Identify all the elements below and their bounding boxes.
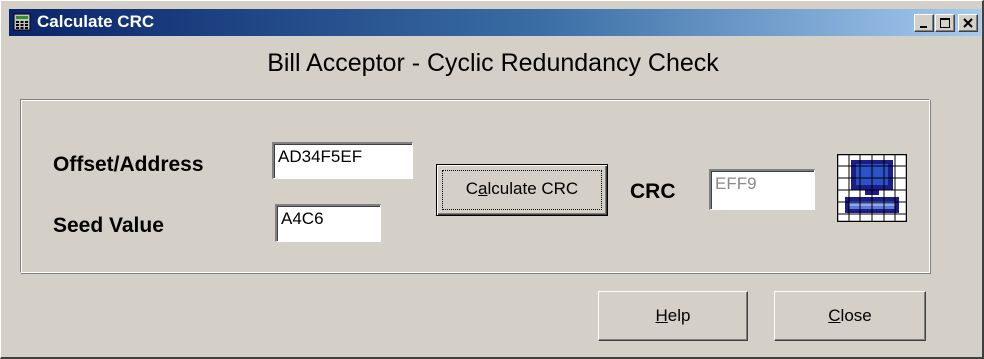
seed-value-input[interactable]: A4C6 xyxy=(275,204,381,242)
crc-dialog-window: Calculate CRC Bill Acceptor - Cyclic Red… xyxy=(0,0,984,359)
seed-value-label: Seed Value xyxy=(53,214,164,237)
close-button[interactable]: Close xyxy=(774,291,926,341)
window-title: Calculate CRC xyxy=(37,12,155,31)
title-bar[interactable]: Calculate CRC xyxy=(9,9,981,36)
calculate-crc-label: Calculate CRC xyxy=(437,179,607,199)
calculate-crc-label-rest: lculate CRC xyxy=(487,179,579,198)
dialog-heading: Bill Acceptor - Cyclic Redundancy Check xyxy=(267,49,719,77)
maximize-icon xyxy=(940,18,950,28)
crc-result-field: EFF9 xyxy=(709,169,815,210)
help-button[interactable]: Help xyxy=(598,291,748,341)
minimize-button[interactable] xyxy=(914,14,934,32)
calculate-crc-button[interactable]: Calculate CRC xyxy=(436,164,608,216)
close-mnemonic: C xyxy=(828,306,841,325)
calculator-icon xyxy=(13,13,31,31)
computer-grid-icon xyxy=(837,154,907,222)
crc-label: CRC xyxy=(630,180,676,203)
offset-address-label: Offset/Address xyxy=(53,153,204,176)
maximize-button[interactable] xyxy=(935,14,955,32)
close-label: Close xyxy=(775,306,925,326)
calculate-crc-label-first: C xyxy=(465,179,479,198)
minimize-icon xyxy=(920,26,927,28)
help-label: Help xyxy=(599,306,747,326)
close-label-rest: lose xyxy=(840,306,872,325)
calculate-crc-mnemonic: a xyxy=(478,179,488,198)
help-label-rest: elp xyxy=(667,306,691,325)
close-icon xyxy=(963,18,973,28)
help-mnemonic: H xyxy=(655,306,668,325)
close-window-button[interactable] xyxy=(958,14,978,32)
offset-address-input[interactable]: AD34F5EF xyxy=(272,142,413,179)
